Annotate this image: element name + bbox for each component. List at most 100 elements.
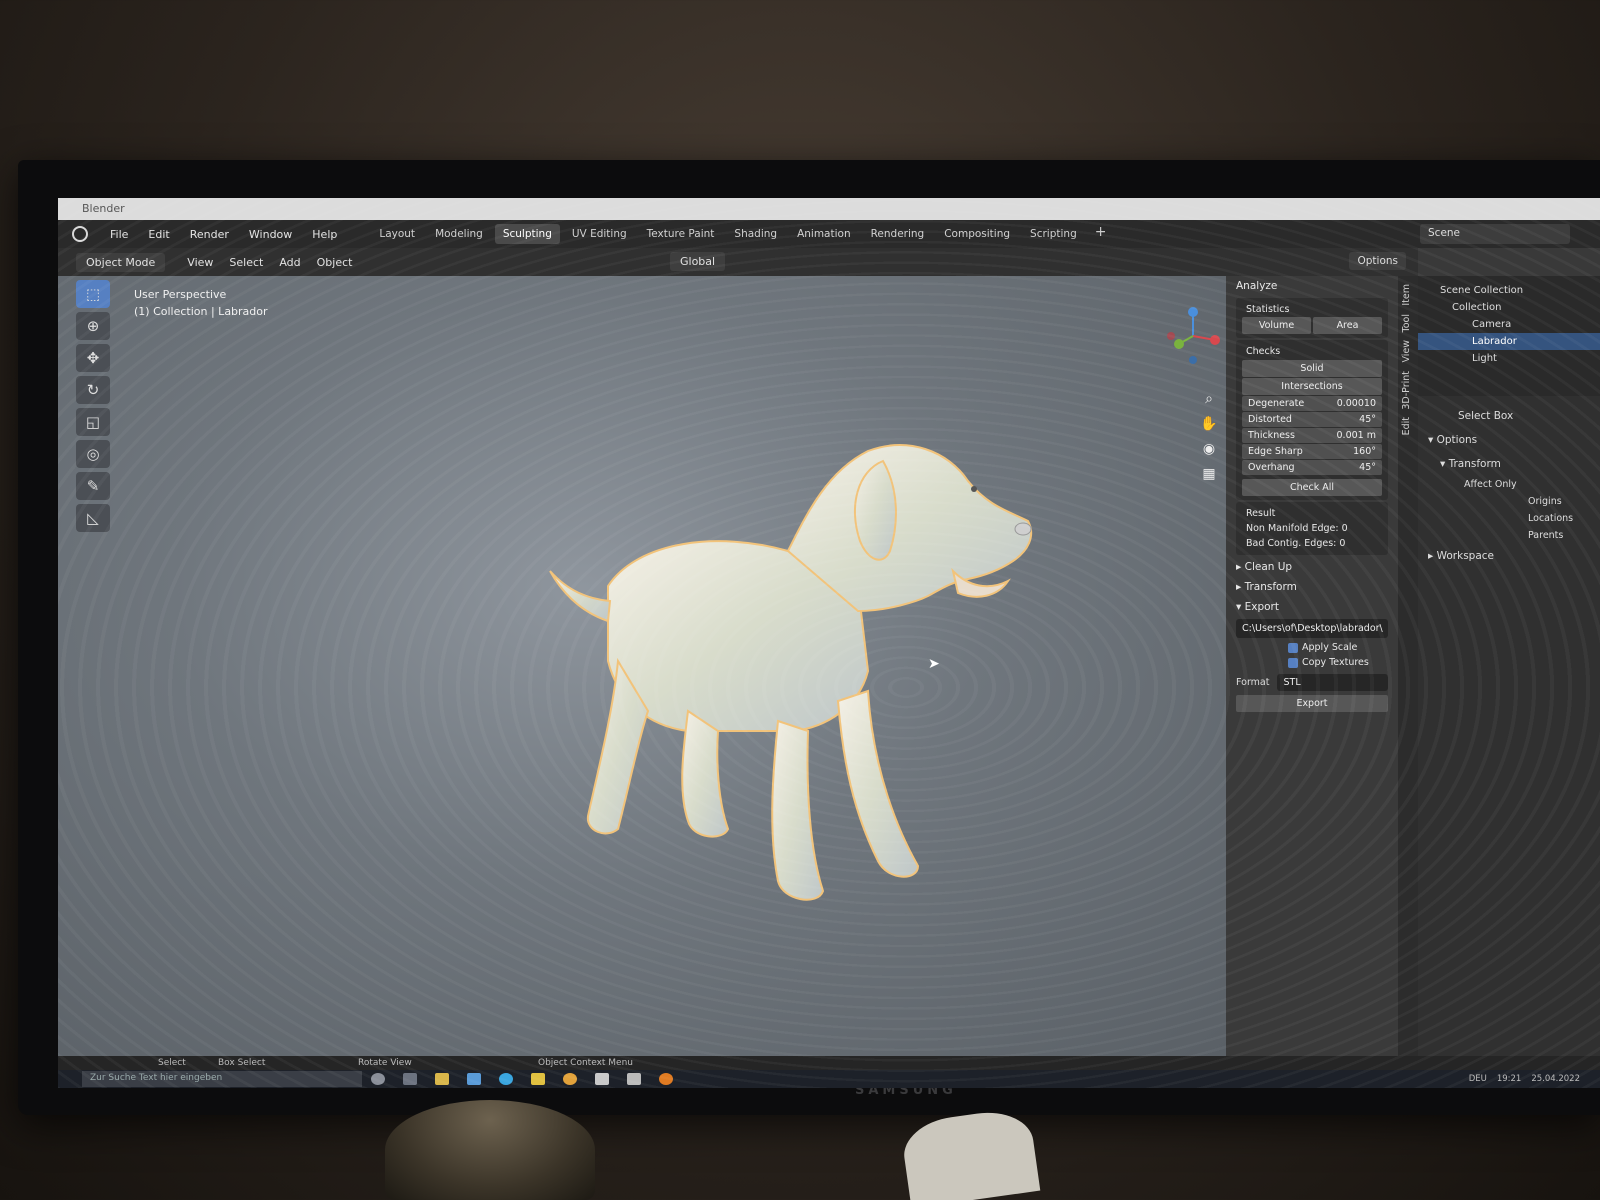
language-indicator[interactable]: DEU	[1469, 1074, 1487, 1084]
affect-locations-checkbox[interactable]: Locations	[1424, 510, 1594, 527]
taskbar-search-input[interactable]: Zur Suche Text hier eingeben	[82, 1071, 362, 1087]
tab-texture-paint[interactable]: Texture Paint	[639, 224, 723, 244]
blender-taskbar-icon[interactable]	[659, 1073, 673, 1085]
pan-hand-icon[interactable]: ✋	[1198, 416, 1220, 438]
system-tray: DEU 19:21 25.04.2022	[1469, 1074, 1580, 1084]
cursor-tool-icon[interactable]: ⊕	[76, 312, 110, 340]
result-bad-contig[interactable]: Bad Contig. Edges: 0	[1242, 536, 1382, 551]
select-box-tool-icon[interactable]: ⬚	[76, 280, 110, 308]
menu-edit[interactable]: Edit	[138, 228, 179, 241]
blender-logo-icon[interactable]	[72, 226, 88, 242]
scene-selector[interactable]: Scene	[1420, 224, 1570, 244]
app-icon[interactable]	[531, 1073, 545, 1085]
tab-edit[interactable]: Edit	[1401, 417, 1412, 435]
tab-compositing[interactable]: Compositing	[936, 224, 1018, 244]
ortho-grid-icon[interactable]: ▦	[1198, 466, 1220, 488]
header-view[interactable]: View	[179, 256, 221, 269]
tab-layout[interactable]: Layout	[371, 224, 423, 244]
menu-render[interactable]: Render	[180, 228, 239, 241]
clock-date[interactable]: 25.04.2022	[1531, 1074, 1580, 1084]
task-view-icon[interactable]	[403, 1073, 417, 1085]
cortana-icon[interactable]	[371, 1073, 385, 1085]
solid-check-button[interactable]: Solid	[1242, 360, 1382, 377]
annotate-tool-icon[interactable]: ✎	[76, 472, 110, 500]
tab-item[interactable]: Item	[1401, 284, 1412, 306]
orientation-dropdown[interactable]: Global	[670, 252, 726, 271]
check-row-overhang[interactable]: Overhang 45°	[1242, 460, 1382, 475]
format-row: Format STL	[1236, 674, 1388, 691]
tab-tool[interactable]: Tool	[1401, 314, 1412, 332]
statistics-box: Statistics Volume Area	[1236, 298, 1388, 338]
labrador-model[interactable]	[488, 411, 1048, 971]
status-box-select: Box Select	[218, 1058, 266, 1068]
chrome-icon[interactable]	[563, 1073, 577, 1085]
tab-rendering[interactable]: Rendering	[863, 224, 933, 244]
format-dropdown[interactable]: STL	[1277, 674, 1388, 691]
store-icon[interactable]	[467, 1073, 481, 1085]
window-icon[interactable]	[595, 1073, 609, 1085]
check-row-thickness[interactable]: Thickness 0.001 m	[1242, 428, 1382, 443]
transform-tool-icon[interactable]: ◎	[76, 440, 110, 468]
options-dropdown[interactable]: Options	[1349, 252, 1406, 270]
apply-scale-checkbox[interactable]: Apply Scale	[1226, 640, 1398, 655]
scale-tool-icon[interactable]: ◱	[76, 408, 110, 436]
tab-3d-print[interactable]: 3D-Print	[1401, 371, 1412, 410]
3d-viewport[interactable]: ⬚ ⊕ ✥ ↻ ◱ ◎ ✎ ◺ User Perspective (1) Col…	[58, 276, 1226, 1056]
check-row-edge-sharp[interactable]: Edge Sharp 160°	[1242, 444, 1382, 459]
result-non-manifold[interactable]: Non Manifold Edge: 0	[1242, 521, 1382, 536]
outliner-light[interactable]: Light	[1418, 350, 1600, 367]
check-row-degenerate[interactable]: Degenerate 0.00010	[1242, 396, 1382, 411]
tab-modeling[interactable]: Modeling	[427, 224, 491, 244]
menu-help[interactable]: Help	[302, 228, 347, 241]
volume-button[interactable]: Volume	[1242, 317, 1311, 334]
mode-dropdown[interactable]: Object Mode	[76, 252, 166, 272]
measure-tool-icon[interactable]: ◺	[76, 504, 110, 532]
camera-view-icon[interactable]: ◉	[1198, 441, 1220, 463]
status-context-menu: Object Context Menu	[538, 1058, 634, 1068]
outliner-camera[interactable]: Camera	[1418, 316, 1600, 333]
menu-file[interactable]: File	[100, 228, 138, 241]
clock-time[interactable]: 19:21	[1497, 1074, 1522, 1084]
export-path-field[interactable]: C:\Users\of\Desktop\labrador\	[1236, 619, 1388, 638]
outliner-scene-collection[interactable]: Scene Collection	[1418, 282, 1600, 299]
header-object[interactable]: Object	[309, 256, 361, 269]
header-select[interactable]: Select	[221, 256, 271, 269]
menu-window[interactable]: Window	[239, 228, 302, 241]
tab-uv-editing[interactable]: UV Editing	[564, 224, 635, 244]
active-tool-label[interactable]: Select Box	[1424, 404, 1594, 428]
cleanup-section[interactable]: ▸ Clean Up	[1226, 557, 1398, 577]
tab-sculpting[interactable]: Sculpting	[494, 224, 560, 244]
analyze-section[interactable]: Analyze	[1226, 276, 1398, 296]
affect-parents-checkbox[interactable]: Parents	[1424, 527, 1594, 544]
check-all-button[interactable]: Check All	[1242, 479, 1382, 496]
folder-icon[interactable]	[627, 1073, 641, 1085]
navigation-gizmo-icon[interactable]	[1163, 306, 1223, 366]
tab-shading[interactable]: Shading	[726, 224, 785, 244]
tab-animation[interactable]: Animation	[789, 224, 859, 244]
outliner-collection[interactable]: Collection	[1418, 299, 1600, 316]
options-section[interactable]: ▾ Options	[1424, 428, 1594, 452]
file-explorer-icon[interactable]	[435, 1073, 449, 1085]
zoom-icon[interactable]: ⌕	[1198, 391, 1220, 413]
transform-options-section[interactable]: ▾ Transform	[1424, 452, 1594, 476]
sidebar-tabs: Item Tool View 3D-Print Edit	[1398, 276, 1418, 1056]
export-section[interactable]: ▾ Export	[1226, 597, 1398, 617]
affect-origins-checkbox[interactable]: Origins	[1424, 493, 1594, 510]
move-tool-icon[interactable]: ✥	[76, 344, 110, 372]
perspective-label: User Perspective	[134, 288, 227, 301]
intersections-check-button[interactable]: Intersections	[1242, 378, 1382, 395]
export-button[interactable]: Export	[1236, 695, 1388, 712]
tab-view[interactable]: View	[1401, 340, 1412, 363]
tab-scripting[interactable]: Scripting	[1022, 224, 1085, 244]
rotate-tool-icon[interactable]: ↻	[76, 376, 110, 404]
add-workspace-icon[interactable]: +	[1089, 224, 1113, 244]
edge-browser-icon[interactable]	[499, 1073, 513, 1085]
viewport-header: Object Mode View Select Add Object Globa…	[58, 248, 1418, 276]
transform-section[interactable]: ▸ Transform	[1226, 577, 1398, 597]
outliner-labrador[interactable]: Labrador	[1418, 333, 1600, 350]
copy-textures-checkbox[interactable]: Copy Textures	[1226, 655, 1398, 670]
area-button[interactable]: Area	[1313, 317, 1382, 334]
workspace-section[interactable]: ▸ Workspace	[1424, 544, 1594, 568]
header-add[interactable]: Add	[271, 256, 308, 269]
check-row-distorted[interactable]: Distorted 45°	[1242, 412, 1382, 427]
